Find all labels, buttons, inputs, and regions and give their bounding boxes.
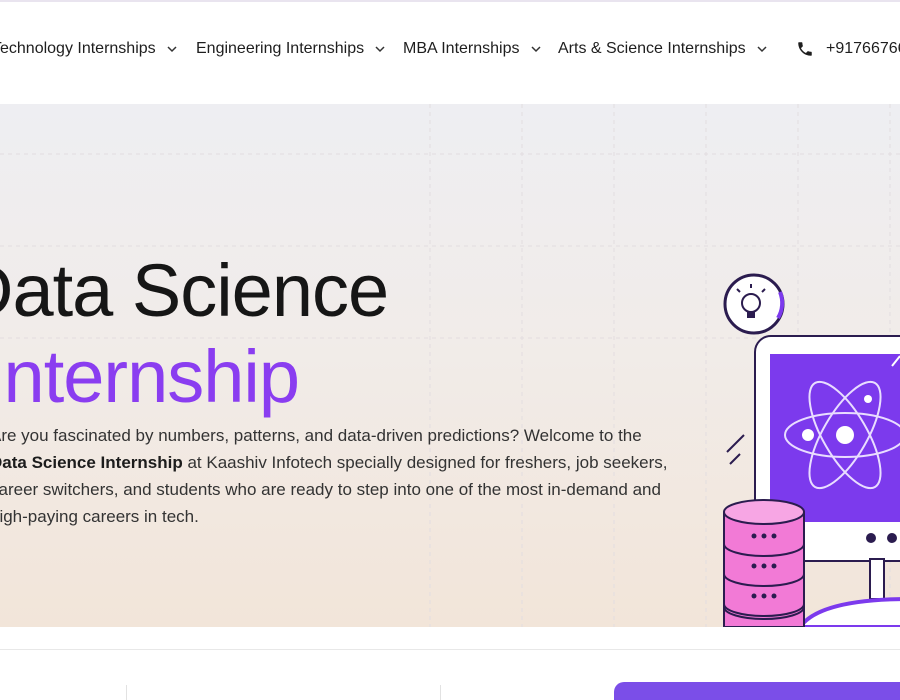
chevron-down-icon [374, 43, 386, 55]
nav-item-engineering[interactable]: Engineering Internships [196, 38, 386, 60]
cta-panel[interactable] [614, 682, 900, 700]
chevron-down-icon [756, 43, 768, 55]
phone-icon [796, 40, 814, 58]
lightbulb-icon [723, 273, 785, 335]
nav-item-technology[interactable]: Technology Internships [0, 38, 178, 60]
bottom-section [0, 627, 900, 700]
nav-item-label: MBA Internships [403, 40, 520, 57]
nav-item-label: Arts & Science Internships [558, 40, 746, 57]
column-divider [440, 685, 441, 700]
database-icon [723, 499, 805, 627]
hero-section: Data Science Internship Are you fascinat… [0, 104, 900, 627]
data-science-illustration [723, 273, 900, 627]
chevron-down-icon [166, 43, 178, 55]
nav-item-label: Technology Internships [0, 40, 156, 57]
phone-link[interactable]: +917667664757 [796, 38, 900, 60]
main-nav: Technology Internships Engineering Inter… [0, 2, 900, 104]
nav-item-arts-science[interactable]: Arts & Science Internships [558, 38, 768, 60]
nav-item-label: Engineering Internships [196, 40, 365, 57]
column-divider [126, 685, 127, 700]
chevron-down-icon [530, 43, 542, 55]
phone-number: +917667664757 [826, 40, 900, 57]
nav-item-mba[interactable]: MBA Internships [403, 38, 542, 60]
section-divider [0, 649, 900, 650]
